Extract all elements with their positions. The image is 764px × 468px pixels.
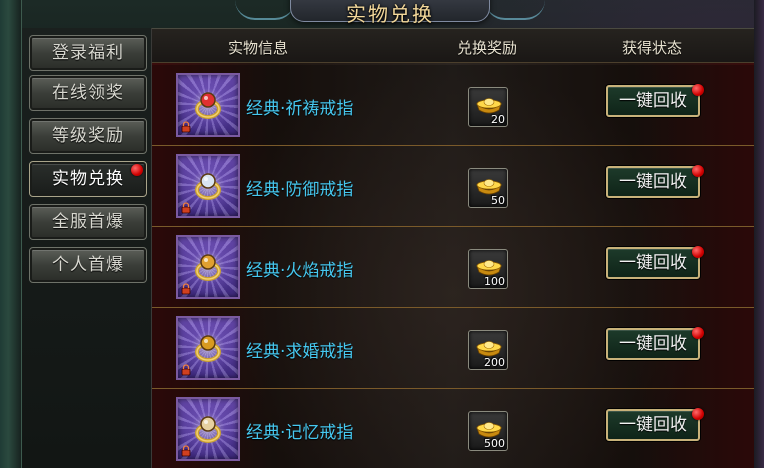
table-row: 经典·火焰戒指 100 一键回收 <box>152 227 754 308</box>
lock-icon <box>181 121 191 133</box>
item-name: 经典·祈祷戒指 <box>246 99 354 119</box>
header-status: 获得状态 <box>622 39 683 57</box>
sidebar-item-label: 等级奖励 <box>52 126 124 146</box>
reward-count: 20 <box>491 113 505 126</box>
ring-icon <box>195 254 221 281</box>
ring-icon <box>195 92 221 119</box>
one-click-recycle-button[interactable]: 一键回收 <box>606 247 700 279</box>
table-row: 经典·祈祷戒指 20 一键回收 <box>152 65 754 146</box>
notification-badge <box>692 327 704 339</box>
game-window: 实物兑换 登录福利 在线领奖 等级奖励 实物兑换 全服首爆 个人首爆 实物信息 … <box>0 0 764 468</box>
reward-slot[interactable]: 50 <box>468 168 508 208</box>
table-row: 经典·求婚戒指 200 一键回收 <box>152 308 754 389</box>
title-ornament-left <box>235 0 295 20</box>
exchange-panel: 实物信息 兑换奖励 获得状态 经典·祈祷戒指 20 一键回收 经典·防御戒指 50 一键回… <box>152 28 754 468</box>
sidebar-item-label: 全服首爆 <box>52 212 124 232</box>
notification-badge <box>131 164 143 176</box>
item-name: 经典·防御戒指 <box>246 180 354 200</box>
sidebar-item-label: 个人首爆 <box>52 255 124 275</box>
sidebar-item-label: 在线领奖 <box>52 83 124 103</box>
one-click-recycle-button[interactable]: 一键回收 <box>606 166 700 198</box>
reward-slot[interactable]: 20 <box>468 87 508 127</box>
reward-slot[interactable]: 200 <box>468 330 508 370</box>
title-ornament-right <box>485 0 545 20</box>
sidebar-item-label: 实物兑换 <box>52 169 124 189</box>
header-reward: 兑换奖励 <box>457 39 518 57</box>
sidebar-item-login-reward[interactable]: 登录福利 <box>29 35 147 71</box>
item-slot[interactable] <box>176 397 240 461</box>
lock-icon <box>181 364 191 376</box>
window-title: 实物兑换 <box>346 2 434 26</box>
ring-icon <box>195 173 221 200</box>
sidebar-item-online-reward[interactable]: 在线领奖 <box>29 75 147 111</box>
ring-icon <box>195 335 221 362</box>
one-click-recycle-button[interactable]: 一键回收 <box>606 409 700 441</box>
sidebar: 登录福利 在线领奖 等级奖励 实物兑换 全服首爆 个人首爆 <box>22 28 152 468</box>
reward-count: 500 <box>484 437 505 450</box>
lock-icon <box>181 445 191 457</box>
ring-icon <box>195 416 221 443</box>
one-click-recycle-button[interactable]: 一键回收 <box>606 328 700 360</box>
notification-badge <box>692 408 704 420</box>
item-slot[interactable] <box>176 154 240 218</box>
reward-count: 50 <box>491 194 505 207</box>
notification-badge <box>692 165 704 177</box>
item-name: 经典·记忆戒指 <box>246 423 354 443</box>
notification-badge <box>692 84 704 96</box>
sidebar-item-label: 登录福利 <box>52 43 124 63</box>
reward-slot[interactable]: 500 <box>468 411 508 451</box>
sidebar-item-server-first-drop[interactable]: 全服首爆 <box>29 204 147 240</box>
item-slot[interactable] <box>176 235 240 299</box>
table-row: 经典·记忆戒指 500 一键回收 <box>152 389 754 468</box>
item-name: 经典·求婚戒指 <box>246 342 354 362</box>
lock-icon <box>181 202 191 214</box>
notification-badge <box>692 246 704 258</box>
lock-icon <box>181 283 191 295</box>
item-slot[interactable] <box>176 316 240 380</box>
sidebar-item-item-exchange[interactable]: 实物兑换 <box>29 161 147 197</box>
frame-right-border <box>754 0 764 468</box>
frame-left-border <box>0 0 22 468</box>
item-name: 经典·火焰戒指 <box>246 261 354 281</box>
sidebar-item-personal-first-drop[interactable]: 个人首爆 <box>29 247 147 283</box>
header-item-info: 实物信息 <box>228 39 289 57</box>
reward-slot[interactable]: 100 <box>468 249 508 289</box>
reward-count: 200 <box>484 356 505 369</box>
reward-count: 100 <box>484 275 505 288</box>
item-slot[interactable] <box>176 73 240 137</box>
table-row: 经典·防御戒指 50 一键回收 <box>152 146 754 227</box>
table-header: 实物信息 兑换奖励 获得状态 <box>152 29 754 63</box>
sidebar-item-level-reward[interactable]: 等级奖励 <box>29 118 147 154</box>
one-click-recycle-button[interactable]: 一键回收 <box>606 85 700 117</box>
